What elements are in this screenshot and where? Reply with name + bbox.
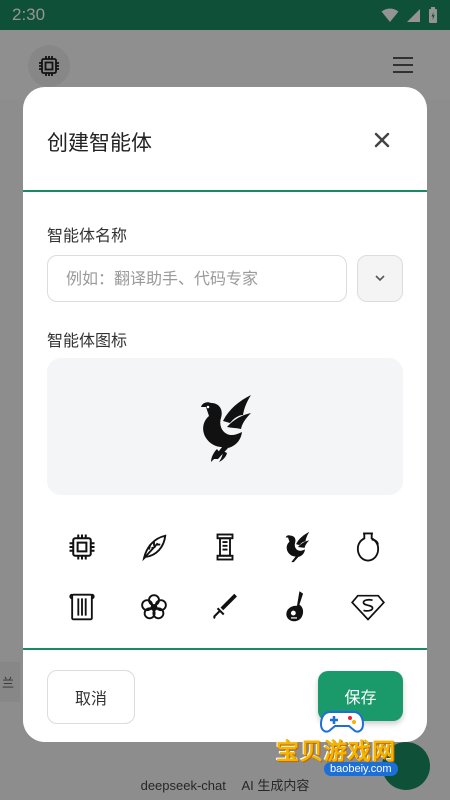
cancel-button[interactable]: 取消 [47, 670, 135, 724]
name-dropdown-button[interactable] [357, 255, 403, 302]
agent-name-input[interactable] [47, 255, 347, 302]
scroll-icon[interactable] [65, 590, 99, 624]
icon-picker-grid [47, 517, 403, 637]
sword-icon[interactable] [208, 590, 242, 624]
scroll-pillar-icon[interactable] [208, 530, 242, 564]
agent-name-label: 智能体名称 [47, 226, 128, 245]
chevron-down-icon [375, 275, 385, 282]
icon-row [47, 517, 403, 577]
watermark-url: baobeiy.com [324, 762, 398, 776]
dialog-header: 创建智能体 [23, 87, 427, 192]
dialog-title: 创建智能体 [47, 131, 152, 155]
plum-blossom-icon[interactable] [137, 590, 171, 624]
phoenix-icon [201, 394, 251, 462]
gamepad-icon [320, 711, 364, 733]
watermark: 宝贝游戏网 baobeiy.com [270, 706, 430, 786]
vase-icon[interactable] [351, 530, 385, 564]
close-button[interactable] [371, 129, 393, 151]
agent-icon-label: 智能体图标 [47, 331, 128, 350]
pipa-icon[interactable] [280, 590, 314, 624]
superman-icon[interactable] [351, 590, 385, 624]
create-agent-dialog: 创建智能体 智能体名称 智能体图标 [23, 87, 427, 742]
leaf-icon[interactable] [137, 530, 171, 564]
chip-icon[interactable] [65, 530, 99, 564]
watermark-text: 宝贝游戏网 [276, 739, 396, 765]
close-icon [374, 132, 390, 148]
selected-icon-preview [47, 358, 403, 495]
icon-row [47, 577, 403, 637]
phoenix-icon[interactable] [280, 530, 314, 564]
